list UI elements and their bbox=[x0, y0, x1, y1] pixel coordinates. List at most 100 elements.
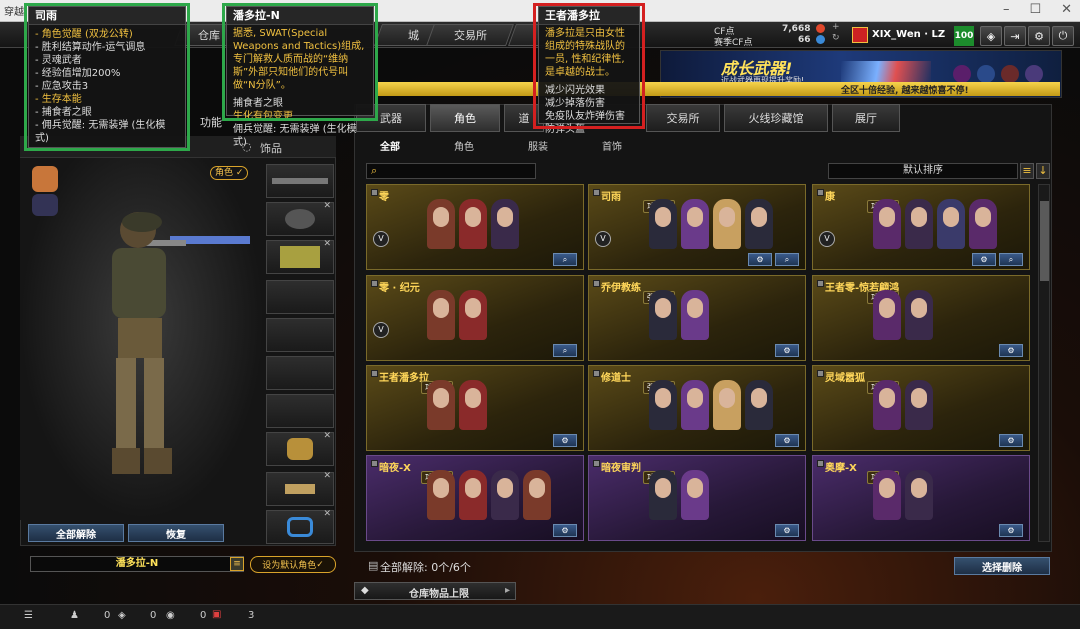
character-card[interactable]: 王者零-惊若翩鸿功能型⚙ bbox=[812, 275, 1030, 361]
close-icon[interactable]: ✕ bbox=[323, 471, 331, 481]
card-actions: ⚙ bbox=[775, 434, 799, 447]
warehouse-limit-button[interactable]: ◆ 仓库物品上限 ▸ bbox=[354, 582, 516, 600]
customize-button[interactable]: ⚙ bbox=[775, 524, 799, 537]
character-card[interactable]: 乔伊教练强化型⚙ bbox=[588, 275, 806, 361]
chat-icon[interactable]: ◉ bbox=[166, 610, 175, 621]
inspect-button[interactable]: ⌕ bbox=[999, 253, 1023, 266]
clan-icon[interactable]: ◈ bbox=[118, 610, 126, 621]
sort-dropdown[interactable]: 默认排序 bbox=[828, 163, 1018, 179]
minimize-icon[interactable]: – bbox=[1003, 2, 1010, 17]
inspect-button[interactable]: ⌕ bbox=[553, 344, 577, 357]
character-card[interactable]: 康功能型V⚙⌕ bbox=[812, 184, 1030, 270]
close-icon[interactable]: ✕ bbox=[1061, 2, 1072, 17]
level-badge: 100 bbox=[954, 26, 974, 46]
search-input[interactable]: ⌕ bbox=[366, 163, 536, 179]
close-icon[interactable]: ✕ bbox=[323, 201, 331, 211]
customize-button[interactable]: ⚙ bbox=[999, 344, 1023, 357]
mode-icon[interactable] bbox=[32, 194, 58, 216]
customize-button[interactable]: ⚙ bbox=[999, 524, 1023, 537]
portrait bbox=[523, 470, 551, 520]
tab-characters[interactable]: 角色 bbox=[430, 104, 500, 132]
gift-icon[interactable]: ▣ bbox=[212, 609, 221, 620]
slot-empty[interactable] bbox=[266, 318, 334, 352]
tab-showroom[interactable]: 展厅 bbox=[832, 104, 900, 132]
card-actions: ⚙ bbox=[999, 524, 1023, 537]
scrollbar[interactable] bbox=[1038, 184, 1050, 542]
subtab-all[interactable]: 全部 bbox=[380, 138, 400, 154]
gear-icon[interactable]: ⚙ bbox=[1028, 26, 1050, 46]
customize-button[interactable]: ⚙ bbox=[553, 524, 577, 537]
badge-icon[interactable] bbox=[1001, 65, 1019, 83]
select-delete-button[interactable]: 选择删除 bbox=[954, 557, 1050, 575]
close-icon[interactable]: ✕ bbox=[323, 239, 331, 249]
set-default-character-button[interactable]: 设为默认角色 ✓ bbox=[250, 556, 336, 573]
role-badge[interactable]: 角色 ✓ bbox=[210, 166, 249, 180]
inventory-footer: ▤ 全部解除: 0个/6个 bbox=[354, 556, 1052, 576]
slot-empty[interactable] bbox=[266, 394, 334, 428]
character-name-field[interactable]: 潘多拉-N bbox=[30, 556, 244, 572]
inspect-button[interactable]: ⌕ bbox=[553, 253, 577, 266]
unequip-all-button[interactable]: 全部解除 bbox=[28, 524, 124, 542]
comp-cf-label: 赛季CF点 bbox=[714, 38, 753, 48]
slot-primary-weapon[interactable] bbox=[266, 164, 334, 198]
customize-button[interactable]: ⚙ bbox=[553, 434, 577, 447]
tab-function[interactable]: 功能 bbox=[200, 114, 222, 130]
slot-accessory[interactable]: ✕ bbox=[266, 509, 334, 544]
power-icon[interactable]: ⏻ bbox=[1052, 26, 1074, 46]
subtab-characters[interactable]: 角色 bbox=[454, 138, 474, 154]
customize-button[interactable]: ⚙ bbox=[999, 434, 1023, 447]
character-card[interactable]: 暗夜审判功能型⚙ bbox=[588, 455, 806, 541]
shield-icon[interactable]: ◈ bbox=[980, 26, 1002, 46]
character-card[interactable]: 修道士强化型⚙ bbox=[588, 365, 806, 451]
subtab-jewelry[interactable]: 首饰 bbox=[602, 138, 622, 154]
slot-knife[interactable]: ✕ bbox=[266, 471, 334, 506]
refresh-icon[interactable]: ↻ bbox=[832, 33, 840, 43]
close-icon[interactable]: ✕ bbox=[323, 431, 331, 441]
close-icon[interactable]: ✕ bbox=[323, 509, 331, 519]
scroll-thumb[interactable] bbox=[1040, 201, 1049, 281]
portrait bbox=[745, 199, 773, 249]
portrait bbox=[459, 470, 487, 520]
menu-icon[interactable]: ☰ bbox=[24, 610, 33, 621]
inspect-button[interactable]: ⌕ bbox=[775, 253, 799, 266]
customize-button[interactable]: ⚙ bbox=[775, 344, 799, 357]
badge-icon[interactable] bbox=[953, 65, 971, 83]
menu-icon[interactable]: ≡ bbox=[230, 557, 244, 571]
slot-empty[interactable] bbox=[266, 280, 334, 314]
exit-icon[interactable]: ⇥ bbox=[1004, 26, 1026, 46]
character-card[interactable]: 暗夜-X功能型⚙ bbox=[366, 455, 584, 541]
portrait bbox=[649, 470, 677, 520]
subtab-outfits[interactable]: 服装 bbox=[528, 138, 548, 154]
card-actions: ⚙ bbox=[553, 524, 577, 537]
username: XIX_Wen · LZ bbox=[872, 29, 946, 40]
badge-icon[interactable] bbox=[1025, 65, 1043, 83]
maximize-icon[interactable]: ☐ bbox=[1029, 2, 1041, 17]
slot-grenade[interactable]: ✕ bbox=[266, 431, 334, 466]
character-card[interactable]: 零 · 纪元 V ⌕ bbox=[366, 275, 584, 361]
slot-empty[interactable] bbox=[266, 356, 334, 390]
character-card[interactable]: 司雨功能型V⚙⌕ bbox=[588, 184, 806, 270]
character-card[interactable]: 零 V ⌕ bbox=[366, 184, 584, 270]
sort-arrow-icon[interactable]: ↓ bbox=[1036, 163, 1050, 179]
character-portraits bbox=[427, 470, 551, 520]
role-icon[interactable] bbox=[32, 166, 58, 192]
friends-icon[interactable]: ♟ bbox=[70, 610, 79, 621]
character-card[interactable]: 奥摩-X功能型⚙ bbox=[812, 455, 1030, 541]
badge-icon[interactable] bbox=[977, 65, 995, 83]
list-view-icon[interactable]: ≡ bbox=[1020, 163, 1034, 179]
restore-button[interactable]: 恢复 bbox=[128, 524, 224, 542]
portrait bbox=[937, 199, 965, 249]
character-card[interactable]: 王者潘多拉功能型⚙ bbox=[366, 365, 584, 451]
customize-button[interactable]: ⚙ bbox=[748, 253, 772, 266]
slot-helmet[interactable]: ✕ bbox=[266, 201, 334, 236]
character-card[interactable]: 灵域嚣狐功能型⚙ bbox=[812, 365, 1030, 451]
tab-collection[interactable]: 火线珍藏馆 bbox=[724, 104, 828, 132]
customize-button[interactable]: ⚙ bbox=[775, 434, 799, 447]
tab-exchange[interactable]: 交易所 bbox=[646, 104, 720, 132]
slot-gear[interactable]: ✕ bbox=[266, 239, 334, 274]
card-title: 暗夜审判 bbox=[601, 463, 641, 474]
add-icon[interactable]: + bbox=[832, 22, 840, 32]
customize-button[interactable]: ⚙ bbox=[972, 253, 996, 266]
nav-tab-exchange[interactable]: 交易所 bbox=[425, 24, 515, 46]
portrait bbox=[649, 290, 677, 340]
